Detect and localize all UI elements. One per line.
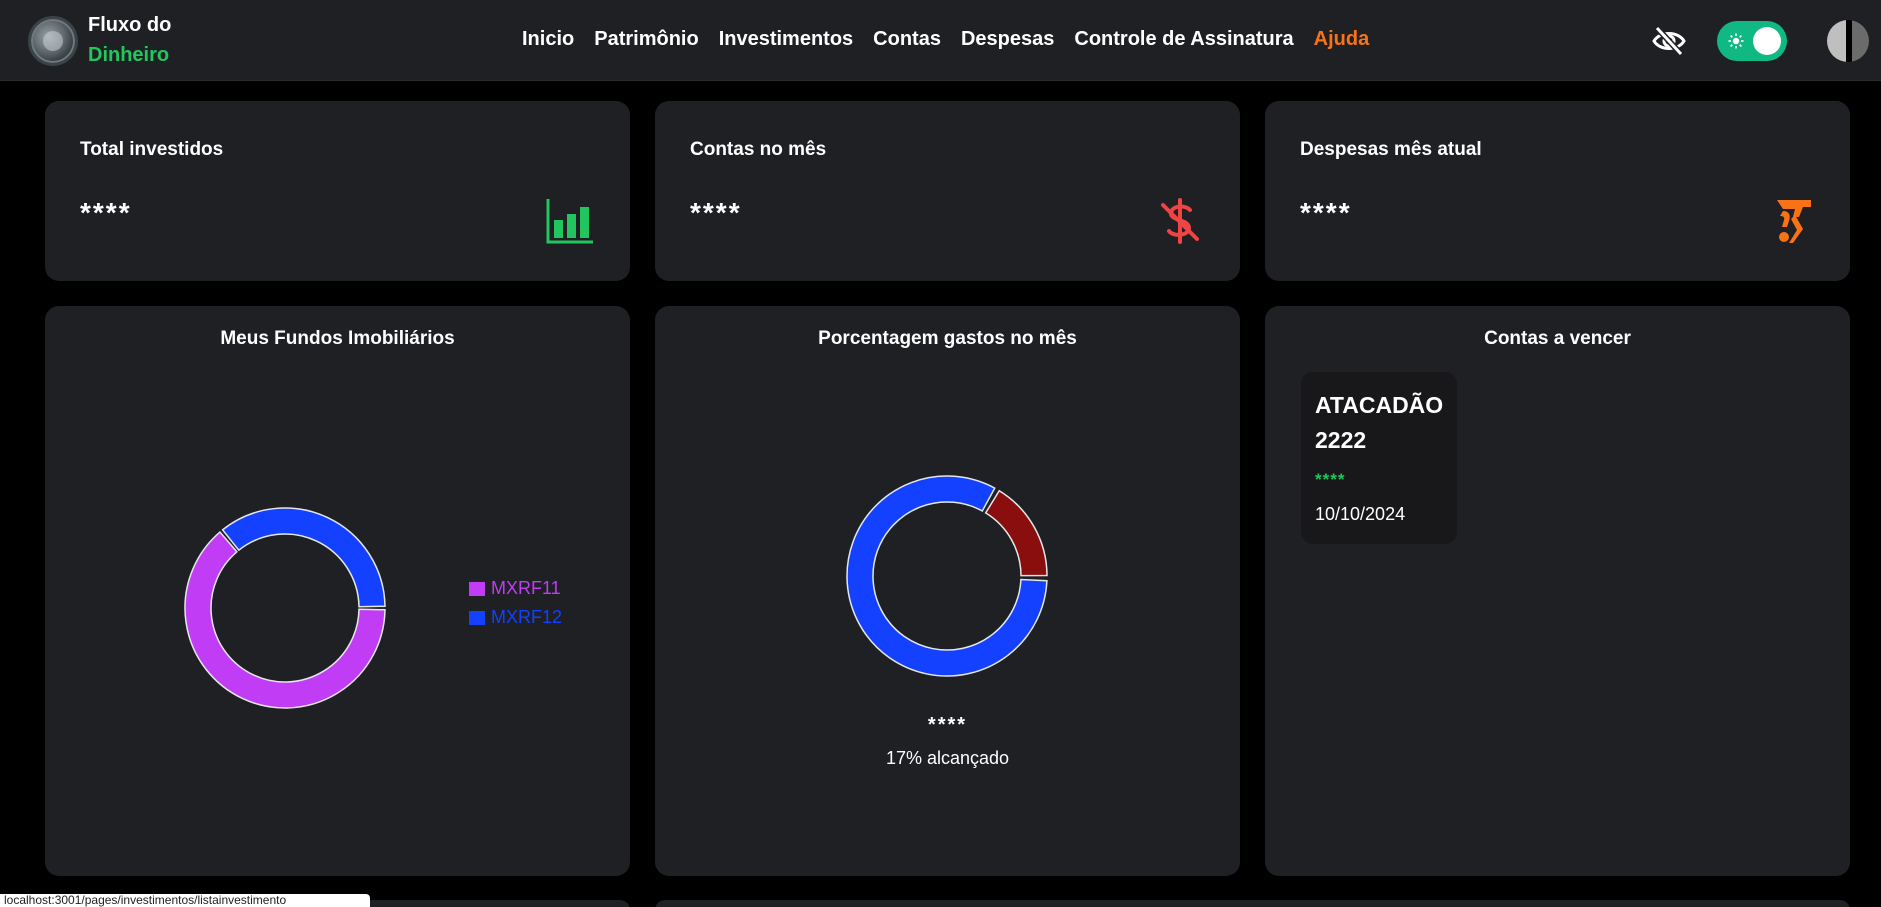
- nav-item-investimentos[interactable]: Investimentos: [719, 28, 853, 51]
- bill-value: ****: [1315, 470, 1346, 489]
- toggle-knob: [1753, 27, 1781, 55]
- app-logo[interactable]: [28, 16, 78, 66]
- bill-due-date: 10/10/2024: [1315, 504, 1406, 524]
- bottom-card-wide: [655, 900, 1850, 907]
- brand-name-line2: Dinheiro: [88, 44, 170, 66]
- legend-item[interactable]: MXRF12: [469, 607, 562, 628]
- top-navbar: Fluxo do Dinheiro Inicio Patrimônio Inve…: [0, 0, 1881, 81]
- bar-chart-icon: [546, 199, 593, 244]
- funds-panel: Meus Fundos Imobiliários MXRF11 MXRF12: [45, 306, 630, 876]
- user-avatar[interactable]: [1827, 20, 1869, 62]
- hand-coin-icon: [1777, 200, 1811, 243]
- stat-card-contas-mes: Contas no mês ****: [655, 101, 1240, 281]
- funds-donut-chart: [184, 507, 386, 709]
- legend-swatch: [469, 610, 485, 625]
- stat-value: ****: [80, 197, 132, 228]
- legend-label: MXRF11: [491, 578, 561, 598]
- theme-toggle[interactable]: [1717, 21, 1787, 61]
- spending-value: ****: [927, 714, 968, 736]
- spending-panel: Porcentagem gastos no mês **** 17% alcan…: [655, 306, 1240, 876]
- nav-item-despesas[interactable]: Despesas: [961, 28, 1054, 51]
- legend-label: MXRF12: [491, 607, 563, 627]
- spending-donut-chart: [846, 475, 1048, 677]
- nav-item-contas[interactable]: Contas: [873, 28, 941, 51]
- stat-card-total-investidos: Total investidos ****: [45, 101, 630, 281]
- stat-card-despesas-mes: Despesas mês atual ****: [1265, 101, 1850, 281]
- donut-slice-mxrf12[interactable]: [221, 507, 386, 608]
- legend-item[interactable]: MXRF11: [469, 578, 562, 599]
- panel-title: Contas a vencer: [1484, 328, 1631, 349]
- bills-panel: Contas a vencer ATACADÃO 2222 **** 10/10…: [1265, 306, 1850, 876]
- panel-title: Porcentagem gastos no mês: [818, 328, 1077, 349]
- donut-slice-gasto[interactable]: [984, 489, 1048, 577]
- stat-value: ****: [1300, 197, 1352, 228]
- stat-title: Despesas mês atual: [1300, 139, 1482, 160]
- nav-item-inicio[interactable]: Inicio: [522, 28, 574, 51]
- main-nav: Inicio Patrimônio Investimentos Contas D…: [522, 28, 1369, 51]
- legend-swatch: [469, 581, 485, 596]
- bill-name: ATACADÃO 2222: [1315, 392, 1444, 453]
- sun-icon: [1728, 33, 1744, 49]
- nav-item-ajuda[interactable]: Ajuda: [1314, 28, 1370, 51]
- nav-item-controle-assinatura[interactable]: Controle de Assinatura: [1074, 28, 1293, 51]
- stat-title: Total investidos: [80, 139, 224, 160]
- dollar-off-icon: [1161, 198, 1199, 244]
- nav-item-patrimonio[interactable]: Patrimônio: [594, 28, 698, 51]
- bill-card[interactable]: ATACADÃO 2222 **** 10/10/2024: [1301, 372, 1457, 544]
- browser-status-url: localhost:3001/pages/investimentos/lista…: [0, 894, 370, 907]
- funds-legend: MXRF11 MXRF12: [469, 578, 562, 636]
- eye-off-icon[interactable]: [1652, 26, 1686, 56]
- stat-title: Contas no mês: [690, 139, 827, 160]
- brand-name-line1: Fluxo do: [88, 14, 172, 36]
- panel-title: Meus Fundos Imobiliários: [220, 328, 455, 349]
- spending-percent-label: 17% alcançado: [885, 748, 1010, 768]
- stat-value: ****: [690, 197, 742, 228]
